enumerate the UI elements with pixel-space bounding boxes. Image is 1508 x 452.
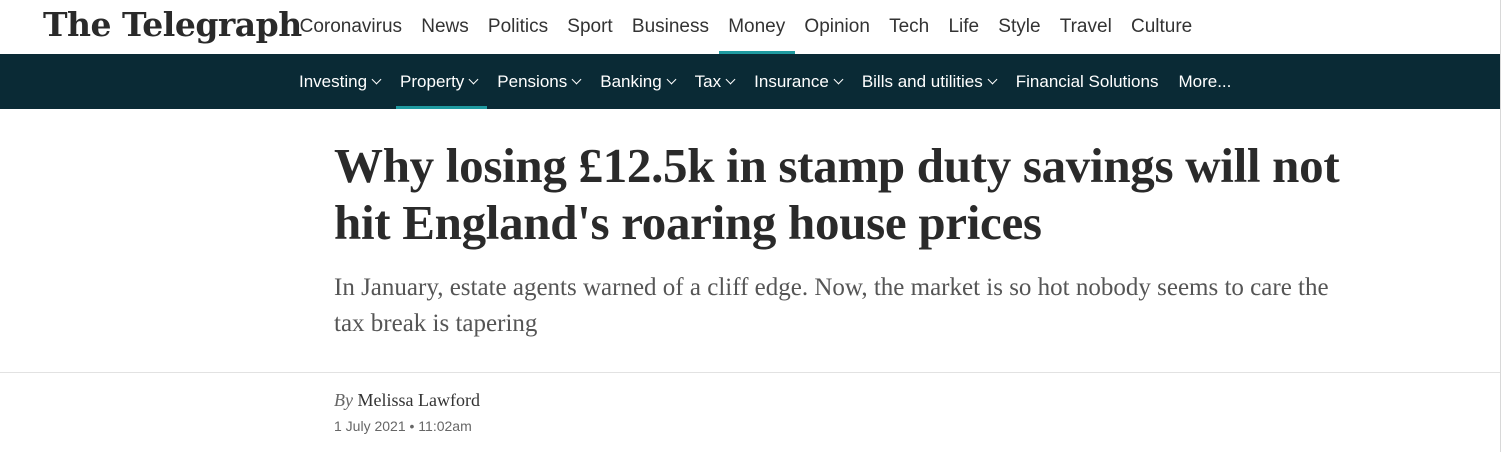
nav-item-opinion[interactable]: Opinion bbox=[795, 0, 880, 54]
nav-item-sport[interactable]: Sport bbox=[558, 0, 623, 54]
nav-item-politics[interactable]: Politics bbox=[478, 0, 557, 54]
subnav-item-more[interactable]: More... bbox=[1168, 54, 1241, 109]
subnav-item-banking[interactable]: Banking bbox=[590, 54, 684, 109]
chevron-down-icon bbox=[468, 74, 479, 84]
date-separator: • bbox=[409, 418, 415, 434]
nav-item-culture[interactable]: Culture bbox=[1121, 0, 1201, 54]
subnav-item-insurance[interactable]: Insurance bbox=[744, 54, 852, 109]
chevron-down-icon bbox=[987, 74, 998, 84]
money-sub-nav: Investing Property Pensions Banking Tax … bbox=[0, 54, 1500, 109]
chevron-down-icon bbox=[833, 74, 844, 84]
nav-item-tech[interactable]: Tech bbox=[880, 0, 939, 54]
subnav-item-tax[interactable]: Tax bbox=[685, 54, 744, 109]
nav-item-style[interactable]: Style bbox=[989, 0, 1050, 54]
nav-item-coronavirus[interactable]: Coronavirus bbox=[290, 0, 412, 54]
byline: By Melissa Lawford bbox=[334, 390, 480, 411]
subnav-item-pensions[interactable]: Pensions bbox=[487, 54, 590, 109]
nav-item-life[interactable]: Life bbox=[939, 0, 989, 54]
nav-item-travel[interactable]: Travel bbox=[1050, 0, 1121, 54]
subnav-item-financial-solutions[interactable]: Financial Solutions bbox=[1006, 54, 1169, 109]
article-standfirst: In January, estate agents warned of a cl… bbox=[334, 274, 1329, 337]
telegraph-logo[interactable]: The Telegraph bbox=[43, 5, 302, 44]
divider bbox=[0, 372, 1500, 373]
publish-date-day: 1 July 2021 bbox=[334, 418, 406, 434]
top-bar: The Telegraph Coronavirus News Politics … bbox=[0, 0, 1500, 54]
chevron-down-icon bbox=[725, 74, 736, 84]
chevron-down-icon bbox=[571, 74, 582, 84]
publish-time: 11:02am bbox=[418, 418, 472, 434]
publish-date: 1 July 2021 • 11:02am bbox=[334, 418, 472, 434]
subnav-item-bills-and-utilities[interactable]: Bills and utilities bbox=[852, 54, 1006, 109]
article-headline: Why losing £12.5k in stamp duty savings … bbox=[334, 138, 1340, 250]
subnav-item-investing[interactable]: Investing bbox=[289, 54, 390, 109]
main-nav: Coronavirus News Politics Sport Business… bbox=[290, 0, 1202, 54]
chevron-down-icon bbox=[666, 74, 677, 84]
nav-item-money[interactable]: Money bbox=[718, 0, 796, 54]
nav-item-news[interactable]: News bbox=[412, 0, 479, 54]
chevron-down-icon bbox=[371, 74, 382, 84]
scrollbar-track[interactable] bbox=[1500, 0, 1501, 452]
subnav-item-property[interactable]: Property bbox=[390, 54, 488, 109]
byline-prefix: By bbox=[334, 390, 353, 410]
author-link[interactable]: Melissa Lawford bbox=[357, 390, 479, 410]
nav-item-business[interactable]: Business bbox=[622, 0, 718, 54]
